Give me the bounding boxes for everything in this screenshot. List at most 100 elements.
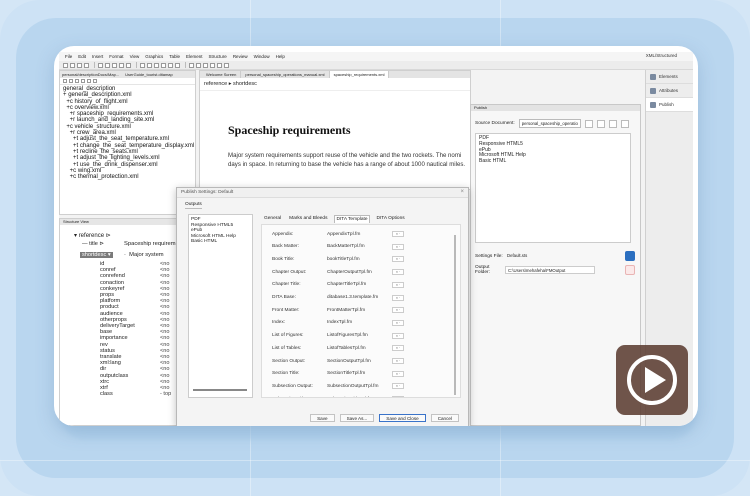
toolbar-redo-icon[interactable] xyxy=(105,62,110,68)
toolbar-cut-icon[interactable] xyxy=(112,62,117,68)
panel-tab-ditamap[interactable]: UserGuide_tourist.ditamap xyxy=(125,72,173,77)
document-title[interactable]: Spaceship requirements xyxy=(228,123,351,138)
template-browse-button[interactable]: × · xyxy=(392,256,404,263)
template-browse-button[interactable]: × · xyxy=(392,345,404,352)
tab-general[interactable]: General xyxy=(263,215,282,223)
panel-add-icon[interactable] xyxy=(69,79,73,83)
template-file-value[interactable]: SectionOutputTpl.fm xyxy=(327,359,392,364)
panel-remove-icon[interactable] xyxy=(75,79,79,83)
source-settings-icon[interactable] xyxy=(584,119,593,128)
toolbar-table-icon[interactable] xyxy=(168,62,173,68)
template-file-value[interactable]: ChapterTitleTpl.fm xyxy=(327,282,392,287)
template-browse-button[interactable]: × · xyxy=(392,383,404,390)
panel-tab-map[interactable]: personal/descriptionDocs/Map... xyxy=(62,72,119,77)
source-document-select[interactable]: personal_spaceship_operatio xyxy=(518,119,581,128)
menu-edit[interactable]: Edit xyxy=(78,54,86,59)
menu-graphics[interactable]: Graphics xyxy=(145,54,163,59)
form-scrollbar[interactable] xyxy=(454,235,456,395)
dialog-close-icon[interactable]: × xyxy=(460,189,464,195)
menu-file[interactable]: File xyxy=(65,54,72,59)
panel-up-icon[interactable] xyxy=(81,79,85,83)
video-play-button[interactable] xyxy=(616,345,688,415)
rightbar-elements[interactable]: Elements xyxy=(646,70,693,84)
cancel-button[interactable]: Cancel xyxy=(430,414,459,422)
template-browse-button[interactable]: × · xyxy=(392,294,404,301)
save-as-button[interactable]: Save As... xyxy=(339,414,375,422)
menu-element[interactable]: Element xyxy=(186,54,203,59)
tree-item[interactable]: +c thermal_protection.xml xyxy=(63,174,192,180)
toolbar-new-icon[interactable] xyxy=(63,62,68,68)
structure-root-node[interactable]: ▾ reference ⊳ xyxy=(60,225,195,239)
template-browse-button[interactable]: × · xyxy=(392,231,404,237)
template-file-value[interactable]: AppendixTpl.fm xyxy=(327,232,392,237)
toolbar-find-icon[interactable] xyxy=(210,62,215,68)
settings-file-value[interactable]: Default.sts xyxy=(505,252,595,260)
menu-table[interactable]: Table xyxy=(169,54,180,59)
toolbar-align-icon[interactable] xyxy=(161,62,166,68)
menu-help[interactable]: Help xyxy=(276,54,285,59)
toolbar-bold-icon[interactable] xyxy=(140,62,145,68)
template-browse-button[interactable]: × · xyxy=(392,281,404,288)
menu-structure[interactable]: Structure xyxy=(209,54,227,59)
template-browse-button[interactable]: × · xyxy=(392,396,404,397)
toolbar-zoom-icon[interactable] xyxy=(224,62,229,68)
template-file-value[interactable]: FrontMatterTpl.fm xyxy=(327,308,392,313)
doc-tab-welcome[interactable]: Welcome Screen xyxy=(202,71,242,78)
toolbar-element-icon[interactable] xyxy=(189,62,194,68)
toolbar-open-icon[interactable] xyxy=(70,62,75,68)
template-browse-button[interactable]: × · xyxy=(392,332,404,339)
template-file-value[interactable]: ditabase1.3.template.fm xyxy=(327,295,392,300)
toolbar-italic-icon[interactable] xyxy=(147,62,152,68)
template-file-value[interactable]: ChapterOutputTpl.fm xyxy=(327,270,392,275)
output-folder-input[interactable]: C:\Users\mehafeha\FMOutput xyxy=(505,266,595,274)
toolbar-undo-icon[interactable] xyxy=(98,62,103,68)
panel-search-icon[interactable] xyxy=(93,79,97,83)
template-browse-button[interactable]: × · xyxy=(392,370,404,377)
toolbar-print-icon[interactable] xyxy=(84,62,89,68)
browse-folder-icon[interactable] xyxy=(625,265,635,275)
toolbar-spell-icon[interactable] xyxy=(217,62,222,68)
template-file-value[interactable]: bookTitleTpl.fm xyxy=(327,257,392,262)
menu-window[interactable]: Window xyxy=(254,54,270,59)
toolbar-save-icon[interactable] xyxy=(77,62,82,68)
toolbar-attribute-icon[interactable] xyxy=(196,62,201,68)
menu-format[interactable]: Format xyxy=(109,54,123,59)
structure-title-node[interactable]: — title ⊳ xyxy=(82,241,104,247)
workspace-selector[interactable]: XML/Structured xyxy=(646,53,677,58)
tab-dita-options[interactable]: DITA Options xyxy=(376,215,406,223)
dialog-output-scrollbar[interactable] xyxy=(193,389,247,391)
dialog-output-item[interactable]: Basic HTML xyxy=(191,239,250,245)
template-browse-button[interactable]: × · xyxy=(392,243,404,250)
document-body[interactable]: Major system requirements support reuse … xyxy=(228,151,466,169)
toolbar-copy-icon[interactable] xyxy=(119,62,124,68)
toolbar-image-icon[interactable] xyxy=(175,62,180,68)
toolbar-link-icon[interactable] xyxy=(203,62,208,68)
template-file-value[interactable]: IndexTpl.fm xyxy=(327,320,392,325)
save-and-close-button[interactable]: Save and Close xyxy=(379,414,426,422)
toolbar-paste-icon[interactable] xyxy=(126,62,131,68)
menu-view[interactable]: View xyxy=(130,54,140,59)
edit-settings-icon[interactable] xyxy=(625,251,635,261)
toolbar-underline-icon[interactable] xyxy=(154,62,159,68)
rightbar-publish[interactable]: Publish xyxy=(646,98,693,112)
save-button[interactable]: Save xyxy=(310,414,335,422)
menu-insert[interactable]: Insert xyxy=(92,54,103,59)
menu-review[interactable]: Review xyxy=(233,54,248,59)
template-file-value[interactable]: ListofTablesTpl.fm xyxy=(327,346,392,351)
panel-new-icon[interactable] xyxy=(63,79,67,83)
tab-marks-and-bleeds[interactable]: Marks and Bleeds xyxy=(288,215,328,223)
doc-tab-requirements[interactable]: spaceship_requirements.xml xyxy=(329,71,390,78)
doc-tab-manual[interactable]: personal_spaceship_operations_manual.xml xyxy=(241,71,330,78)
source-more-icon[interactable] xyxy=(620,119,629,128)
template-file-value[interactable]: SubsectionOutputTpl.fm xyxy=(327,384,392,389)
element-breadcrumb[interactable]: reference ▸ shortdesc xyxy=(200,78,470,91)
template-file-value[interactable]: SectionTitleTpl.fm xyxy=(327,371,392,376)
template-browse-button[interactable]: × · xyxy=(392,269,404,276)
tab-dita-template[interactable]: DITA Template xyxy=(334,215,370,223)
source-publish-icon[interactable] xyxy=(596,119,605,128)
structure-shortdesc-node[interactable]: shortdesc ▾ xyxy=(80,252,113,258)
template-browse-button[interactable]: × · xyxy=(392,358,404,364)
template-file-value[interactable]: SubsectionTitleTpl.fm xyxy=(327,397,392,398)
publish-output-item[interactable]: Basic HTML xyxy=(479,158,627,165)
attribute-row[interactable]: class - top xyxy=(100,391,171,397)
